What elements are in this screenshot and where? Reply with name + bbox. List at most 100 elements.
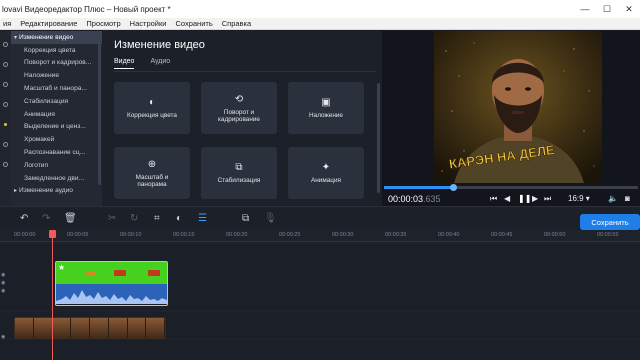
- sidebar-item-highlight-censor[interactable]: Выделение и ценз...: [11, 121, 102, 134]
- rotate-icon[interactable]: ↻: [130, 212, 138, 226]
- sidebar-item-slow-motion[interactable]: Замедленное дви...: [11, 172, 102, 185]
- filmstrip-frame: [33, 318, 53, 338]
- sidebar-scrollbar[interactable]: [98, 35, 101, 185]
- sidebar-item-audio-editing[interactable]: Изменение аудио: [11, 185, 102, 198]
- menu-bar: ия Редактирование Просмотр Настройки Сох…: [0, 18, 640, 30]
- ruler-label: 00:00:40: [438, 232, 460, 238]
- timecode: 00:00:03.635: [388, 192, 441, 206]
- tile-stabilization[interactable]: ⧉ Стабилизация: [201, 147, 277, 199]
- timecode-frac: .635: [423, 194, 441, 204]
- save-button[interactable]: Сохранить: [580, 214, 640, 230]
- ruler-label: 00:00:00: [14, 232, 36, 238]
- sidebar-item-video-editing[interactable]: Изменение видео: [11, 31, 102, 44]
- menu-save[interactable]: Сохранить: [175, 19, 212, 28]
- color-adjust-icon[interactable]: ◐: [176, 212, 182, 226]
- tab-audio[interactable]: Аудио: [150, 58, 170, 69]
- audio-track[interactable]: [0, 340, 640, 360]
- split-icon[interactable]: ✂: [108, 212, 116, 226]
- panel-scrollbar[interactable]: [377, 83, 380, 193]
- sidebar-item-stabilization[interactable]: Стабилизация: [11, 95, 102, 108]
- clip-favorite-icon[interactable]: ★: [58, 263, 65, 272]
- more-tools-icon[interactable]: [0, 157, 11, 171]
- ruler-label: 00:00:30: [332, 232, 354, 238]
- volume-icon[interactable]: 🔈: [608, 192, 618, 206]
- track-mute-icon[interactable]: ◉: [1, 288, 5, 294]
- title-bar: lovavi Видеоредактор Плюс – Новый проект…: [0, 0, 640, 18]
- insert-marker-icon[interactable]: ⧉: [242, 212, 249, 226]
- timeline-ruler: 00:00:00 00:00:05 00:00:10 00:00:15 00:0…: [0, 230, 640, 242]
- menu-help[interactable]: Справка: [222, 19, 251, 28]
- track-lock-icon[interactable]: ◉: [1, 280, 5, 286]
- tile-animation[interactable]: ✦ Анимация: [288, 147, 364, 199]
- sidebar-item-color-correction[interactable]: Коррекция цвета: [11, 44, 102, 57]
- menu-file[interactable]: ия: [3, 19, 11, 28]
- snapshot-icon[interactable]: ◙: [625, 192, 630, 206]
- ruler-label: 00:00:50: [544, 232, 566, 238]
- preview-progress-bar[interactable]: [384, 184, 638, 191]
- clip-video-thumb: [56, 262, 167, 284]
- filmstrip-frame: [52, 318, 72, 338]
- audio-record-icon[interactable]: 🎙: [264, 212, 277, 226]
- panel-title: Изменение видео: [114, 39, 205, 51]
- crop-icon[interactable]: ⌗: [154, 212, 160, 226]
- tile-overlay[interactable]: ▣ Наложение: [288, 82, 364, 134]
- menu-edit[interactable]: Редактирование: [20, 19, 77, 28]
- minimize-button[interactable]: —: [574, 0, 596, 18]
- ruler-label: 00:00:15: [173, 232, 195, 238]
- import-icon[interactable]: [0, 37, 11, 51]
- tools-icon[interactable]: [0, 117, 11, 131]
- selected-clip[interactable]: ★: [55, 261, 168, 306]
- sidebar-item-rotate-crop[interactable]: Поворот и кадриров...: [11, 57, 102, 70]
- tile-label: Коррекция цвета: [127, 112, 177, 120]
- aspect-ratio-dropdown[interactable]: 16:9 ▾: [568, 192, 590, 206]
- titles-icon[interactable]: [0, 97, 11, 111]
- video-frame-image: КАРЭН НА ДЕЛЕ: [434, 31, 602, 183]
- tile-color-correction[interactable]: ◐ Коррекция цвета: [114, 82, 190, 134]
- sidebar-item-scene-detection[interactable]: Распознавание сц...: [11, 146, 102, 159]
- menu-view[interactable]: Просмотр: [86, 19, 120, 28]
- progress-fill: [384, 186, 453, 189]
- redo-icon[interactable]: ↷: [42, 212, 50, 226]
- overlay-icon: ▣: [321, 97, 331, 109]
- tab-video[interactable]: Видео: [114, 58, 135, 69]
- tabs-divider: [114, 71, 376, 72]
- progress-knob[interactable]: [449, 184, 457, 191]
- playhead-line[interactable]: [52, 230, 53, 360]
- tile-label: Анимация: [311, 177, 341, 185]
- delete-icon[interactable]: 🗑: [64, 212, 77, 226]
- pause-icon[interactable]: ❚❚: [518, 192, 531, 206]
- stickers-icon[interactable]: [0, 137, 11, 151]
- skip-end-icon[interactable]: ⏭: [544, 192, 551, 206]
- filters-icon[interactable]: [0, 57, 11, 71]
- track-eye-icon[interactable]: ◉: [1, 272, 5, 278]
- transitions-icon[interactable]: [0, 77, 11, 91]
- sidebar-item-chroma-key[interactable]: Хромакей: [11, 133, 102, 146]
- clip-properties-icon[interactable]: ☰: [198, 212, 207, 226]
- filmstrip-frame: [127, 318, 147, 338]
- video-clip-filmstrip[interactable]: [14, 317, 166, 339]
- sidebar-item-overlay[interactable]: Наложение: [11, 69, 102, 82]
- sidebar-item-logo[interactable]: Логотип: [11, 159, 102, 172]
- waveform-graphic: [56, 284, 167, 304]
- undo-icon[interactable]: ↶: [20, 212, 28, 226]
- filmstrip-frame: [15, 318, 34, 338]
- skip-start-icon[interactable]: ⏮: [490, 192, 497, 206]
- maximize-button[interactable]: ☐: [596, 0, 618, 18]
- close-button[interactable]: ✕: [618, 0, 640, 18]
- tile-zoom-pan[interactable]: ⊕ Масштаб и панорама: [114, 147, 190, 199]
- filmstrip-frame: [71, 318, 90, 338]
- ruler-label: 00:00:35: [385, 232, 407, 238]
- window-title: lovavi Видеоредактор Плюс – Новый проект…: [2, 4, 171, 14]
- video-track-icon[interactable]: ◉: [1, 334, 5, 340]
- video-editor-window: lovavi Видеоредактор Плюс – Новый проект…: [0, 0, 640, 360]
- ruler-label: 00:00:55: [597, 232, 619, 238]
- sidebar-item-animation[interactable]: Анимация: [11, 108, 102, 121]
- step-forward-icon[interactable]: ▶: [532, 192, 538, 206]
- menu-settings[interactable]: Настройки: [130, 19, 167, 28]
- playhead-handle[interactable]: [49, 230, 56, 238]
- tile-rotate-crop[interactable]: ⟲ Поворот и кадрирование: [201, 82, 277, 134]
- step-back-icon[interactable]: ◀: [504, 192, 510, 206]
- video-editing-panel: Изменение видео Видео Аудио ◐ Коррекция …: [102, 31, 382, 206]
- animation-icon: ✦: [321, 162, 331, 174]
- sidebar-item-zoom-pan[interactable]: Масштаб и панора...: [11, 82, 102, 95]
